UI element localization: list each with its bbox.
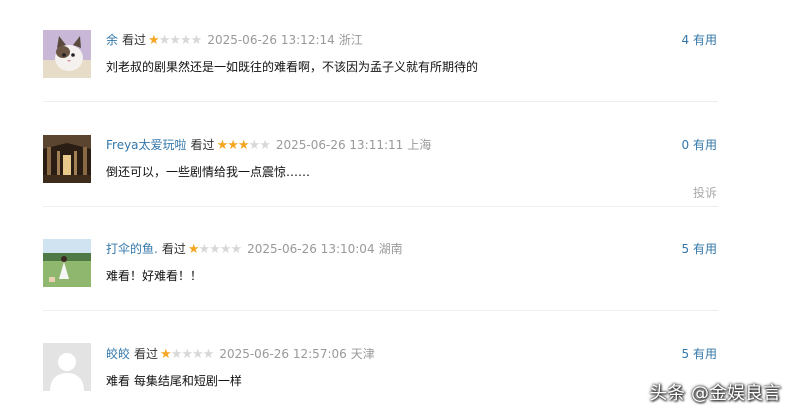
comment-header: Freya太爱玩啦 看过 ★★★★★ 2025-06-26 13:11:11 上海 — [106, 137, 431, 154]
comment-header: 余看过 ★★★★★ 2025-06-26 13:12:14 浙江 — [106, 32, 363, 49]
report-link[interactable]: 投诉 — [693, 184, 717, 201]
watermark: 头条 @金娱良言 — [649, 383, 781, 404]
watch-status: 看过 — [134, 347, 159, 361]
useful-vote-button[interactable]: 5 有用 — [682, 346, 717, 362]
hall-avatar-icon — [43, 135, 91, 183]
cat-avatar-icon — [43, 30, 91, 78]
rating-stars: ★★★★★ — [187, 242, 242, 257]
useful-vote-button[interactable]: 5 有用 — [682, 241, 717, 257]
watch-status: 看过 — [122, 33, 147, 47]
user-avatar[interactable] — [43, 239, 91, 287]
comment-header: 皎皎 看过 ★★★★★ 2025-06-26 12:57:06 天津 — [106, 346, 375, 363]
rating-stars: ★★★★★ — [160, 347, 215, 362]
useful-vote-button[interactable]: 0 有用 — [682, 137, 717, 153]
comment-datetime: 2025-06-26 13:10:04 — [247, 242, 375, 256]
comment-item: Freya太爱玩啦 看过 ★★★★★ 2025-06-26 13:11:11 上海 0 … — [0, 104, 795, 208]
user-avatar[interactable] — [43, 30, 91, 78]
rating-stars: ★★★★★ — [216, 138, 271, 153]
star-empty-icon: ★ — [192, 347, 204, 362]
star-empty-icon: ★ — [170, 347, 183, 362]
star-filled-icon: ★ — [160, 347, 172, 362]
girl-field-avatar-icon — [43, 239, 91, 287]
username-link[interactable]: Freya太爱玩啦 — [106, 138, 187, 152]
watch-status: 看过 — [161, 242, 186, 256]
username-link[interactable]: 皎皎 — [106, 347, 130, 361]
user-avatar[interactable] — [43, 135, 91, 183]
username-link[interactable]: 余 — [106, 33, 118, 47]
comment-datetime: 2025-06-26 13:11:11 — [275, 138, 404, 152]
star-empty-icon: ★ — [259, 138, 271, 153]
star-empty-icon: ★ — [230, 242, 242, 257]
star-empty-icon: ★ — [219, 242, 232, 257]
comment-location: 湖南 — [378, 242, 403, 256]
comment-location: 浙江 — [338, 33, 363, 47]
star-filled-icon: ★ — [216, 138, 229, 153]
divider — [43, 310, 718, 311]
comment-text: 难看！好难看！！ — [106, 269, 203, 283]
star-empty-icon: ★ — [190, 33, 203, 48]
divider — [43, 101, 718, 102]
comment-header: 打伞的鱼. 看过 ★★★★★ 2025-06-26 13:10:04 湖南 — [106, 241, 403, 258]
star-empty-icon: ★ — [198, 242, 211, 257]
star-empty-icon: ★ — [202, 347, 215, 362]
default-user-icon — [43, 343, 91, 391]
star-empty-icon: ★ — [169, 33, 181, 48]
comment-item: 余看过 ★★★★★ 2025-06-26 13:12:14 浙江 4 有用 刘老叔的剧… — [0, 0, 795, 104]
comment-location: 上海 — [407, 138, 432, 152]
rating-stars: ★★★★★ — [148, 33, 203, 48]
star-empty-icon: ★ — [248, 138, 261, 153]
comment-location: 天津 — [350, 347, 375, 361]
comment-text: 难看 每集结尾和短剧一样 — [106, 374, 242, 388]
watch-status: 看过 — [190, 138, 215, 152]
star-empty-icon: ★ — [209, 242, 221, 257]
divider — [43, 206, 718, 207]
comment-item: 打伞的鱼. 看过 ★★★★★ 2025-06-26 13:10:04 湖南 5 有用 难… — [0, 208, 795, 312]
star-empty-icon: ★ — [181, 347, 193, 362]
comment-text: 刘老叔的剧果然还是一如既往的难看啊，不该因为孟子义就有所期待的 — [106, 60, 479, 74]
star-filled-icon: ★ — [148, 33, 160, 48]
star-filled-icon: ★ — [227, 138, 239, 153]
star-empty-icon: ★ — [158, 33, 171, 48]
useful-vote-button[interactable]: 4 有用 — [682, 32, 717, 48]
star-filled-icon: ★ — [187, 242, 200, 257]
comment-datetime: 2025-06-26 12:57:06 — [219, 347, 347, 361]
username-link[interactable]: 打伞的鱼. — [106, 242, 158, 256]
user-avatar[interactable] — [43, 343, 91, 391]
star-empty-icon: ★ — [180, 33, 192, 48]
star-filled-icon: ★ — [237, 138, 250, 153]
comment-text: 倒还可以，一些剧情给我一点震惊…… — [106, 165, 311, 179]
comment-datetime: 2025-06-26 13:12:14 — [207, 33, 335, 47]
